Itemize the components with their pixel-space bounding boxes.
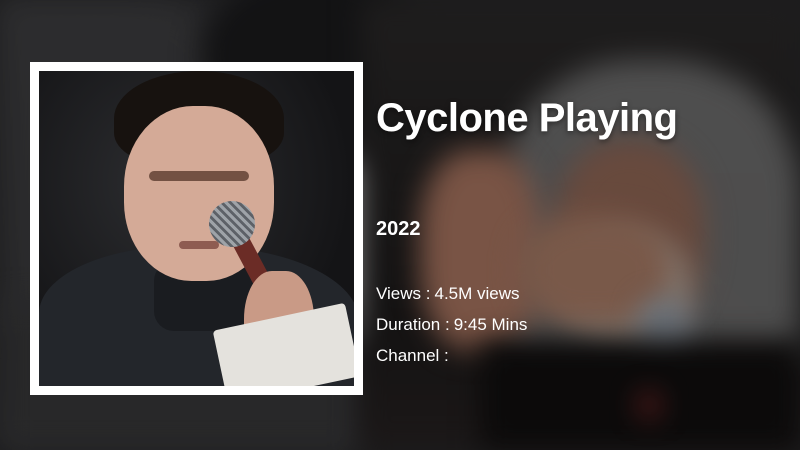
channel-row: Channel : [376, 346, 453, 366]
duration-value: 9:45 Mins [453, 315, 528, 334]
views-row: Views :4.5M views [376, 284, 520, 304]
release-year: 2022 [376, 218, 421, 240]
video-title: Cyclone Playing [376, 96, 678, 140]
duration-label: Duration : [376, 315, 450, 334]
video-thumbnail[interactable] [30, 62, 363, 395]
channel-label: Channel : [376, 346, 449, 365]
thumbnail-image [39, 71, 354, 386]
views-label: Views : [376, 284, 431, 303]
duration-row: Duration :9:45 Mins [376, 315, 527, 335]
views-value: 4.5M views [434, 284, 520, 303]
